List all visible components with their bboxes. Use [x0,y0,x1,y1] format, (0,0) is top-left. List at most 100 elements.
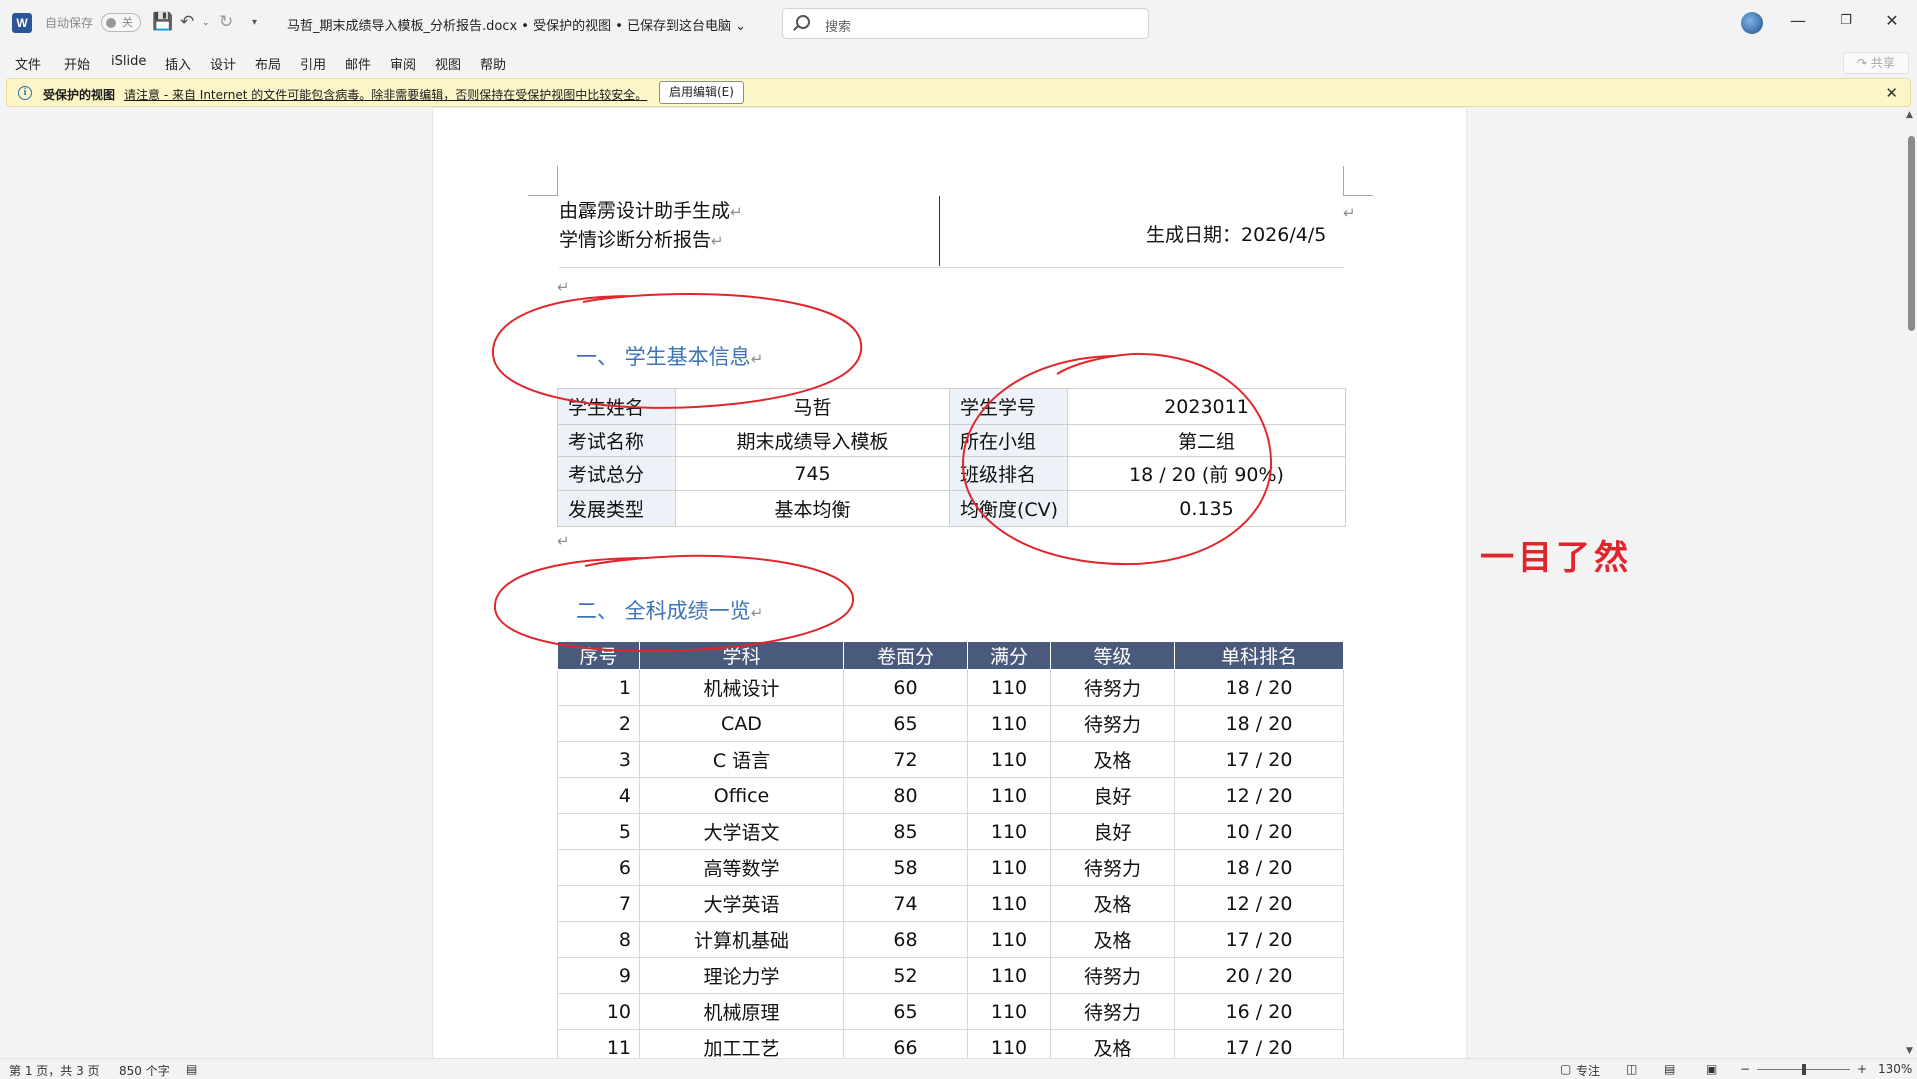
score-subject: C 语言 [639,741,844,778]
table-row: 2 CAD 65 110 待努力 18 / 20 [557,705,1344,742]
table-row: 6 高等数学 58 110 待努力 18 / 20 [557,849,1344,886]
search-box[interactable]: 搜索 [782,8,1149,39]
status-bar: 第 1 页，共 3 页 850 个字 ▤ ▢ 专注 ◫ ▤ ▣ − + 130% [0,1058,1917,1079]
table-row: 5 大学语文 85 110 良好 10 / 20 [557,813,1344,850]
focus-icon[interactable]: ▢ [1560,1062,1571,1076]
document-page[interactable]: 由霹雳设计助手生成↵ 学情诊断分析报告↵ 生成日期：2026/4/5 ↵ ↵ 一… [433,108,1466,1058]
section-title-student-info: 一、 学生基本信息↵ [576,345,764,369]
score-grade: 良好 [1050,813,1175,850]
score-no: 2 [557,705,640,742]
column-header: 单科排名 [1174,641,1344,670]
score-rank: 16 / 20 [1174,993,1344,1030]
column-header: 卷面分 [843,641,968,670]
tab-file[interactable]: 文件 [15,54,41,73]
zoom-out-icon[interactable]: − [1740,1062,1750,1076]
zoom-slider-thumb[interactable] [1802,1064,1806,1075]
share-button[interactable]: ↷ 共享 [1843,52,1909,74]
undo-icon[interactable]: ↶ [180,12,194,32]
zoom-level[interactable]: 130% [1878,1062,1912,1076]
scores-table: 序号 学科 卷面分 满分 等级 单科排名 1 机械设计 60 110 待努力 18 / 2… [557,641,1344,1058]
tab-layout[interactable]: 布局 [255,54,281,73]
score-subject: Office [639,777,844,814]
zoom-in-icon[interactable]: + [1857,1062,1867,1076]
read-mode-icon[interactable]: ◫ [1626,1062,1637,1076]
score-full: 110 [967,1029,1051,1058]
autosave-toggle[interactable]: 关 [101,13,141,32]
info-value: 马哲 [675,388,950,425]
table-row: 8 计算机基础 68 110 及格 17 / 20 [557,921,1344,958]
tab-help[interactable]: 帮助 [480,54,506,73]
score-no: 8 [557,921,640,958]
score-subject: 理论力学 [639,957,844,994]
close-icon[interactable]: ✕ [1882,11,1902,30]
score-no: 3 [557,741,640,778]
score-rank: 17 / 20 [1174,1029,1344,1058]
info-value: 18 / 20 (前 90%) [1067,456,1346,491]
table-row: 7 大学英语 74 110 及格 12 / 20 [557,885,1344,922]
student-info-table: 学生姓名 马哲 学生学号 2023011 考试名称 期末成绩导入模板 所在小组 … [557,388,1346,527]
score-subject: 机械原理 [639,993,844,1030]
score-subject: 高等数学 [639,849,844,886]
info-key: 考试总分 [557,456,676,491]
score-rank: 17 / 20 [1174,741,1344,778]
tab-insert[interactable]: 插入 [165,54,191,73]
focus-label[interactable]: 专注 [1576,1062,1600,1079]
page-info[interactable]: 第 1 页，共 3 页 [9,1062,100,1079]
close-bar-icon[interactable]: ✕ [1885,84,1898,102]
protected-view-title: 受保护的视图 [43,88,116,102]
undo-dropdown-icon[interactable]: ⌄ [202,18,210,28]
score-value: 66 [843,1029,968,1058]
table-row: 学生姓名 马哲 学生学号 2023011 [557,388,1346,425]
header-rule [559,267,1344,268]
save-icon[interactable]: 💾 [152,12,173,32]
scrollbar-thumb[interactable] [1908,136,1915,331]
score-no: 7 [557,885,640,922]
score-subject: 加工工艺 [639,1029,844,1058]
scroll-down-icon[interactable]: ▼ [1906,1046,1913,1056]
web-layout-icon[interactable]: ▣ [1706,1062,1717,1076]
tab-view[interactable]: 视图 [435,54,461,73]
minimize-icon[interactable]: — [1788,11,1808,30]
avatar[interactable] [1741,12,1763,34]
score-no: 1 [557,669,640,706]
info-key: 学生学号 [949,388,1068,425]
header-generator: 由霹雳设计助手生成↵ [559,200,743,222]
score-no: 10 [557,993,640,1030]
print-layout-icon[interactable]: ▤ [1664,1062,1675,1076]
info-value: 745 [675,456,950,491]
vertical-scrollbar[interactable]: ▲ ▼ [1905,108,1917,1058]
score-subject: 大学英语 [639,885,844,922]
document-title[interactable]: 马哲_期末成绩导入模板_分析报告.docx • 受保护的视图 • 已保存到这台电… [287,15,746,34]
scroll-up-icon[interactable]: ▲ [1906,110,1913,120]
customize-quick-access-icon[interactable]: ▾ [252,17,257,28]
share-icon: ↷ [1857,56,1871,70]
score-full: 110 [967,669,1051,706]
score-full: 110 [967,921,1051,958]
table-row: 发展类型 基本均衡 均衡度(CV) 0.135 [557,490,1346,527]
tab-design[interactable]: 设计 [210,54,236,73]
protected-view-message[interactable]: 请注意 - 来自 Internet 的文件可能包含病毒。除非需要编辑，否则保持在… [124,86,647,103]
search-placeholder: 搜索 [825,20,852,35]
protected-view-bar: i 受保护的视图 请注意 - 来自 Internet 的文件可能包含病毒。除非需… [6,78,1911,107]
score-subject: 计算机基础 [639,921,844,958]
info-key: 学生姓名 [557,388,676,425]
table-row: 1 机械设计 60 110 待努力 18 / 20 [557,669,1344,706]
column-header: 等级 [1050,641,1175,670]
proofing-icon[interactable]: ▤ [186,1062,197,1076]
score-value: 85 [843,813,968,850]
tab-home[interactable]: 开始 [64,54,90,73]
score-subject: 机械设计 [639,669,844,706]
score-full: 110 [967,705,1051,742]
score-rank: 17 / 20 [1174,921,1344,958]
word-count[interactable]: 850 个字 [119,1062,170,1079]
tab-review[interactable]: 审阅 [390,54,416,73]
tab-references[interactable]: 引用 [300,54,326,73]
tab-islide[interactable]: iSlide [111,54,146,69]
score-value: 58 [843,849,968,886]
maximize-icon[interactable]: ❐ [1836,13,1856,28]
enable-editing-button[interactable]: 启用编辑(E) [659,81,744,104]
tab-mailings[interactable]: 邮件 [345,54,371,73]
share-label: 共享 [1870,56,1895,70]
redo-icon[interactable]: ↻ [219,12,233,32]
info-key: 均衡度(CV) [949,490,1068,527]
